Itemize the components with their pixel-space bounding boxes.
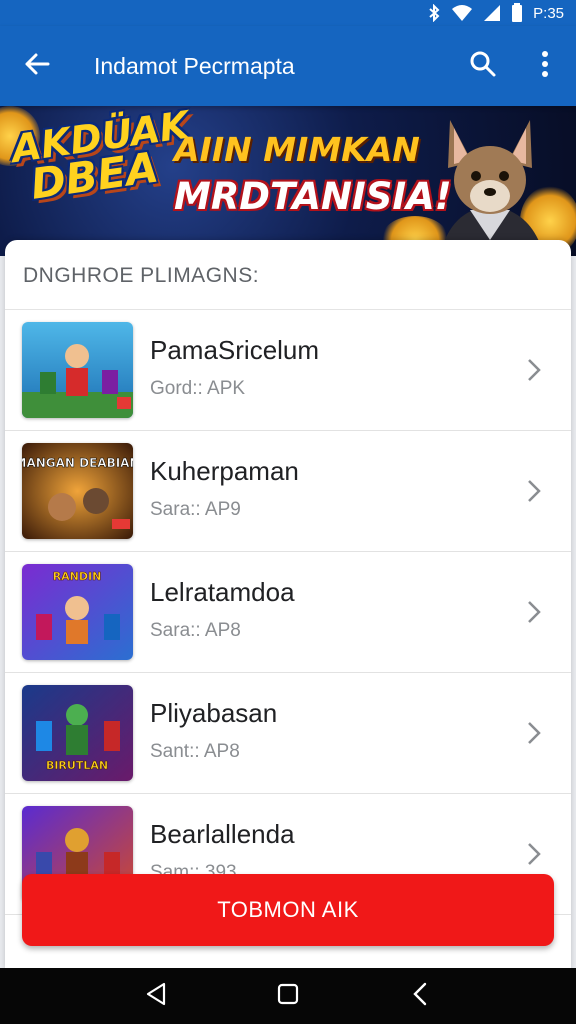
thumb-text: MANGAN DEABIAN: [22, 456, 133, 470]
chevron-right-icon: [509, 345, 559, 395]
item-name: Pliyabasan: [150, 697, 278, 728]
triangle-back-icon: [145, 982, 167, 1011]
wifi-icon: [451, 4, 473, 22]
list-item[interactable]: PamaSricelum Gord:: APK: [5, 310, 571, 431]
status-bar: P:35: [0, 0, 576, 26]
item-text: PamaSricelum Gord:: APK: [150, 335, 509, 400]
banner-logo: AKDÜAK DBEA: [8, 106, 192, 209]
app-bar: Indamot Pecrmapta: [0, 26, 576, 106]
game-thumbnail: [22, 322, 133, 418]
back-arrow-icon: [23, 50, 51, 83]
nav-back-button[interactable]: [126, 968, 186, 1024]
square-home-icon: [277, 983, 299, 1010]
nav-recents-button[interactable]: [390, 968, 450, 1024]
search-button[interactable]: [452, 26, 514, 106]
thumb-text: BIRUTLAN: [46, 759, 108, 772]
system-nav-bar: [0, 968, 576, 1024]
banner-headline: AIIN MIMKAN MRDTANISIA!: [174, 130, 452, 218]
game-thumbnail: MANGAN DEABIAN: [22, 443, 133, 539]
more-options-button[interactable]: [514, 26, 576, 106]
item-name: Kuherpaman: [150, 455, 299, 486]
list-item[interactable]: MANGAN DEABIAN Kuherpaman Sara:: AP9: [5, 431, 571, 552]
dog-mascot-image: [420, 110, 560, 256]
thumb-text: RANDIN: [53, 570, 102, 583]
item-subtitle: Sant:: AP8: [150, 740, 240, 762]
list-item[interactable]: BIRUTLAN Pliyabasan Sant:: AP8: [5, 673, 571, 794]
page-title: Indamot Pecrmapta: [94, 52, 295, 79]
bluetooth-icon: [427, 4, 441, 22]
item-name: PamaSricelum: [150, 334, 320, 365]
banner-headline-line1: AIIN MIMKAN: [174, 130, 420, 169]
plugins-card: DNGHROE PLIMAGNS: PamaSricelum Gord:: AP…: [5, 240, 571, 970]
item-name: Bearlallenda: [150, 818, 295, 849]
game-thumbnail: RANDIN: [22, 564, 133, 660]
promo-banner[interactable]: AKDÜAK DBEA AIIN MIMKAN MRDTANISIA!: [0, 106, 576, 256]
chevron-right-icon: [509, 829, 559, 879]
search-icon: [469, 50, 497, 83]
status-time: P:35: [533, 4, 564, 22]
chevron-right-icon: [509, 466, 559, 516]
item-subtitle: Sara:: AP9: [150, 498, 241, 520]
item-name: Lelratamdoa: [150, 576, 295, 607]
item-subtitle: Gord:: APK: [150, 377, 246, 399]
chevron-left-icon: [412, 982, 428, 1011]
battery-icon: [511, 3, 523, 23]
more-vert-icon: [541, 50, 549, 82]
item-text: Pliyabasan Sant:: AP8: [150, 698, 509, 763]
nav-home-button[interactable]: [258, 968, 318, 1024]
item-text: Kuherpaman Sara:: AP9: [150, 456, 509, 521]
item-text: Lelratamdoa Sara:: AP8: [150, 577, 509, 642]
chevron-right-icon: [509, 708, 559, 758]
banner-headline-line2: MRDTANISIA!: [174, 175, 452, 218]
game-thumbnail: BIRUTLAN: [22, 685, 133, 781]
back-button[interactable]: [0, 26, 74, 106]
signal-icon: [483, 4, 501, 22]
section-header: DNGHROE PLIMAGNS:: [5, 240, 571, 310]
list-item[interactable]: RANDIN Lelratamdoa Sara:: AP8: [5, 552, 571, 673]
item-subtitle: Sara:: AP8: [150, 619, 241, 641]
chevron-right-icon: [509, 587, 559, 637]
download-button[interactable]: TOBMON AIK: [22, 874, 554, 946]
